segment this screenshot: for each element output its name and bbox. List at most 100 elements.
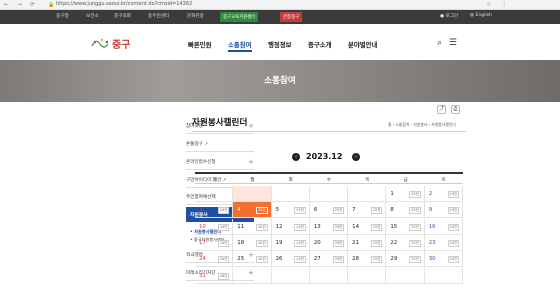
nav-guide[interactable]: 분야별안내 — [348, 40, 377, 49]
event-count-badge[interactable]: 23건 — [447, 256, 459, 264]
calendar-day[interactable]: 2 23건 — [424, 186, 463, 202]
weekday-header: 화 — [271, 172, 310, 184]
event-count-badge[interactable]: 23건 — [409, 239, 421, 247]
calendar-day[interactable]: 17 24건 — [195, 234, 234, 251]
english-link[interactable]: ◍ English — [470, 13, 492, 18]
event-count-badge[interactable]: 25건 — [370, 256, 383, 264]
calendar-day[interactable]: 20 25건 — [309, 234, 349, 251]
calendar-day[interactable]: 26 25건 — [271, 251, 310, 268]
event-count-badge[interactable]: 25건 — [256, 223, 268, 231]
event-count-badge[interactable]: 23건 — [409, 191, 421, 198]
site-logo[interactable]: 중구 — [90, 30, 136, 54]
calendar-day[interactable]: 6 25건 — [309, 202, 349, 219]
address-bar[interactable]: https://www.junggu.seoul.kr/content.do?c… — [56, 1, 192, 7]
event-count-badge[interactable]: 24건 — [217, 207, 230, 215]
day-number: 2 — [428, 191, 433, 197]
sidebar-item-online-apply[interactable]: 온라인접수신청 + — [186, 155, 254, 170]
event-count-badge[interactable]: 16건 — [217, 272, 230, 280]
topbar-link-culture[interactable]: 문화관광 — [187, 13, 204, 19]
lock-icon: 🔒 — [48, 2, 55, 8]
event-count-badge[interactable]: 23건 — [409, 223, 421, 231]
topbar-ontong-button[interactable]: 온통중구 — [280, 12, 303, 22]
event-count-badge[interactable]: 25건 — [332, 223, 345, 231]
event-count-badge[interactable]: 23건 — [447, 223, 459, 231]
calendar-day[interactable]: 22 23건 — [386, 234, 425, 251]
calendar-day — [195, 186, 234, 202]
header-actions: ⌕ ☰ — [437, 38, 457, 48]
calendar-day[interactable]: 31 16건 — [195, 267, 234, 284]
calendar-day[interactable]: 21 25건 — [348, 234, 387, 251]
topbar-link-dong[interactable]: 동주민센터 — [148, 13, 169, 19]
breadcrumb: 홈 › 소통참여 › 자원봉사 › 자원봉사캘린더 — [388, 122, 456, 127]
calendar-day[interactable]: 29 23건 — [386, 251, 425, 268]
browser-nav-icons[interactable]: ← → ⟳ — [4, 1, 38, 8]
calendar-day[interactable]: 9 23건 — [424, 202, 463, 219]
event-count-badge[interactable]: 23건 — [409, 207, 421, 215]
event-count-badge[interactable]: 25건 — [294, 256, 306, 264]
day-number: 11 — [237, 223, 245, 230]
calendar-day[interactable]: 3 24건 — [195, 202, 234, 219]
calendar-day[interactable]: 19 25건 — [271, 234, 310, 251]
nav-communication[interactable]: 소통참여 — [228, 40, 252, 49]
event-count-badge[interactable]: 25건 — [294, 239, 306, 247]
event-count-badge[interactable]: 25건 — [370, 223, 383, 231]
calendar-day[interactable]: 12 25건 — [271, 218, 310, 235]
event-count-badge[interactable]: 25건 — [370, 239, 383, 247]
login-link[interactable]: ● 로그인 — [440, 13, 458, 19]
menu-icon[interactable]: ☰ — [449, 38, 457, 48]
event-count-badge[interactable]: 23건 — [409, 256, 421, 264]
calendar-day[interactable]: 14 25건 — [348, 218, 387, 235]
nav-about[interactable]: 중구소개 — [308, 40, 332, 49]
calendar-day[interactable]: 30 23건 — [424, 251, 463, 268]
calendar-day[interactable]: 4 24건 — [233, 202, 272, 219]
share-button[interactable]: ⤴ — [437, 105, 446, 114]
event-count-badge[interactable]: 25건 — [332, 256, 345, 264]
event-count-badge[interactable]: 25건 — [332, 207, 345, 215]
next-month-button[interactable]: › — [352, 153, 360, 161]
topbar-edu-center-button[interactable]: 중구교육지원센터 — [220, 12, 259, 22]
calendar-day[interactable]: 23 23건 — [424, 234, 463, 251]
calendar-day[interactable]: 7 25건 — [348, 202, 387, 219]
event-count-badge[interactable]: 25건 — [332, 239, 345, 247]
browser-menu-icons[interactable]: ☆ ⋮ — [486, 1, 511, 8]
event-count-badge[interactable]: 25건 — [294, 207, 306, 215]
calendar-day[interactable]: 27 25건 — [309, 251, 349, 268]
calendar-day[interactable]: 25 25건 — [233, 251, 272, 268]
topbar-link-health[interactable]: 보건소 — [86, 13, 99, 19]
calendar-day[interactable]: 10 24건 — [195, 218, 234, 235]
topbar-link-council[interactable]: 중구의회 — [114, 13, 131, 19]
event-count-badge[interactable]: 25건 — [294, 223, 306, 231]
event-count-badge[interactable]: 23건 — [447, 239, 459, 247]
calendar-day[interactable]: 11 25건 — [233, 218, 272, 235]
event-count-badge[interactable]: 23건 — [447, 191, 459, 198]
day-number: 22 — [390, 239, 398, 246]
calendar-day[interactable]: 8 23건 — [386, 202, 425, 219]
topbar-link-office[interactable]: 중구청 — [56, 13, 69, 19]
day-number: 12 — [275, 223, 283, 230]
sidebar-item-ontong[interactable]: 온통중구 ↗ — [186, 137, 254, 152]
calendar-day — [386, 267, 425, 284]
nav-quick-civil[interactable]: 빠른민원 — [188, 40, 212, 49]
event-count-badge[interactable]: 23건 — [447, 207, 459, 215]
event-count-badge[interactable]: 24건 — [217, 256, 230, 264]
calendar-day[interactable]: 13 25건 — [309, 218, 349, 235]
event-count-badge[interactable]: 24건 — [217, 223, 230, 231]
event-count-badge[interactable]: 24건 — [256, 207, 268, 215]
calendar-day[interactable]: 28 25건 — [348, 251, 387, 268]
plus-icon: + — [248, 158, 254, 166]
event-count-badge[interactable]: 25건 — [256, 256, 268, 264]
print-button[interactable]: ⎙ — [451, 105, 460, 114]
calendar-day[interactable]: 1 23건 — [386, 186, 425, 202]
search-icon[interactable]: ⌕ — [437, 38, 442, 48]
event-count-badge[interactable]: 25건 — [256, 239, 268, 247]
calendar-day[interactable]: 18 25건 — [233, 234, 272, 251]
prev-month-button[interactable]: ‹ — [292, 153, 300, 161]
day-number: 17 — [199, 239, 206, 246]
event-count-badge[interactable]: 24건 — [217, 239, 230, 247]
nav-admin-info[interactable]: 행정정보 — [268, 40, 292, 49]
event-count-badge[interactable]: 25건 — [370, 207, 383, 215]
calendar-day[interactable]: 16 23건 — [424, 218, 463, 235]
calendar-day[interactable]: 5 25건 — [271, 202, 310, 219]
calendar-day[interactable]: 15 23건 — [386, 218, 425, 235]
calendar-day[interactable]: 24 24건 — [195, 251, 234, 268]
